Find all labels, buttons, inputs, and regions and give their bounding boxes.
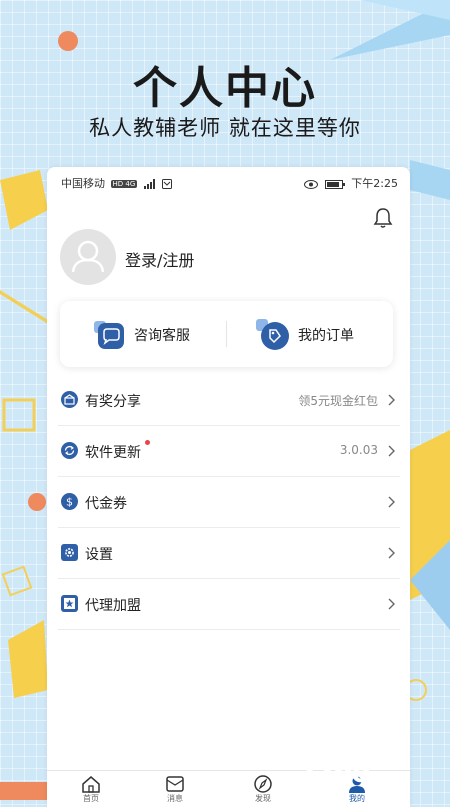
avatar[interactable] — [60, 229, 116, 285]
menu-item-share[interactable]: 有奖分享 领5元现金红包 — [58, 375, 400, 426]
tab-label: 发现 — [255, 794, 271, 803]
decor-yellow-diamond — [0, 170, 48, 230]
menu-item-coupon[interactable]: $ 代金券 — [58, 477, 400, 528]
tab-label: 消息 — [167, 794, 183, 803]
notification-icon — [162, 179, 173, 189]
menu-item-label: 软件更新 — [85, 445, 141, 461]
user-placeholder-icon — [71, 240, 105, 273]
menu-item-value: 领5元现金红包 — [298, 394, 378, 408]
decor-left-lines — [0, 290, 48, 698]
menu-item-label: 代金券 — [85, 496, 127, 512]
page-subtitle: 私人教辅老师 就在这里等你 — [89, 116, 361, 140]
status-time: 下午2:25 — [351, 177, 398, 190]
bell-icon[interactable] — [373, 207, 393, 229]
network-badge: HD 4G — [110, 180, 138, 188]
new-badge-dot — [145, 440, 150, 445]
status-bar: 中国移动 HD 4G 下午2:25 — [47, 167, 410, 195]
customer-service-label: 咨询客服 — [134, 328, 190, 344]
tab-label: 首页 — [83, 794, 99, 803]
battery-icon — [324, 179, 345, 189]
site-watermark: 2265 手游网 — [298, 752, 406, 791]
refresh-icon — [61, 442, 78, 459]
order-icon — [256, 319, 289, 350]
decor-orange-circle — [58, 31, 78, 51]
eye-icon — [304, 179, 319, 189]
chevron-right-icon — [388, 547, 395, 559]
watermark-site: 手游网 — [371, 754, 406, 768]
chat-bubble-icon — [94, 321, 124, 349]
my-orders-label: 我的订单 — [298, 328, 354, 344]
chevron-right-icon — [388, 496, 395, 508]
decor-right-shapes — [410, 160, 450, 701]
my-orders-button[interactable]: 我的订单 — [256, 315, 376, 353]
message-icon — [166, 776, 184, 792]
settings-menu: 有奖分享 领5元现金红包 软件更新 3.0.03 $ 代金券 设置 代理加盟 — [58, 375, 400, 630]
phone-screen: 中国移动 HD 4G 下午2:25 登录/注册 咨询客服 我的订单 有奖分享 领… — [47, 167, 410, 807]
chevron-right-icon — [388, 445, 395, 457]
gift-icon — [61, 391, 78, 408]
carrier-name: 中国移动 — [61, 177, 105, 190]
login-register-link[interactable]: 登录/注册 — [125, 247, 194, 271]
menu-item-settings[interactable]: 设置 — [58, 528, 400, 579]
customer-service-button[interactable]: 咨询客服 — [92, 315, 212, 353]
gear-icon — [61, 544, 78, 561]
quick-actions-card: 咨询客服 我的订单 — [60, 301, 393, 367]
page-title: 个人中心 — [133, 63, 317, 114]
svg-text:$: $ — [66, 496, 73, 509]
decor-bottom-orange — [0, 782, 48, 800]
menu-item-update[interactable]: 软件更新 3.0.03 — [58, 426, 400, 477]
coupon-icon: $ — [61, 493, 78, 510]
menu-item-value: 3.0.03 — [339, 443, 378, 457]
decor-triangles-top-right — [330, 0, 450, 60]
menu-item-agency[interactable]: 代理加盟 — [58, 579, 400, 630]
chevron-right-icon — [388, 394, 395, 406]
tab-label: 我的 — [349, 794, 365, 803]
signal-icon — [143, 179, 155, 189]
compass-icon — [254, 775, 272, 793]
watermark-number: 2265 — [298, 752, 371, 790]
menu-item-label: 有奖分享 — [85, 394, 141, 410]
menu-item-label: 设置 — [85, 547, 113, 563]
home-icon — [82, 776, 100, 793]
card-divider — [226, 321, 227, 347]
menu-item-label: 代理加盟 — [85, 598, 141, 614]
star-badge-icon — [61, 595, 78, 612]
chevron-right-icon — [388, 598, 395, 610]
